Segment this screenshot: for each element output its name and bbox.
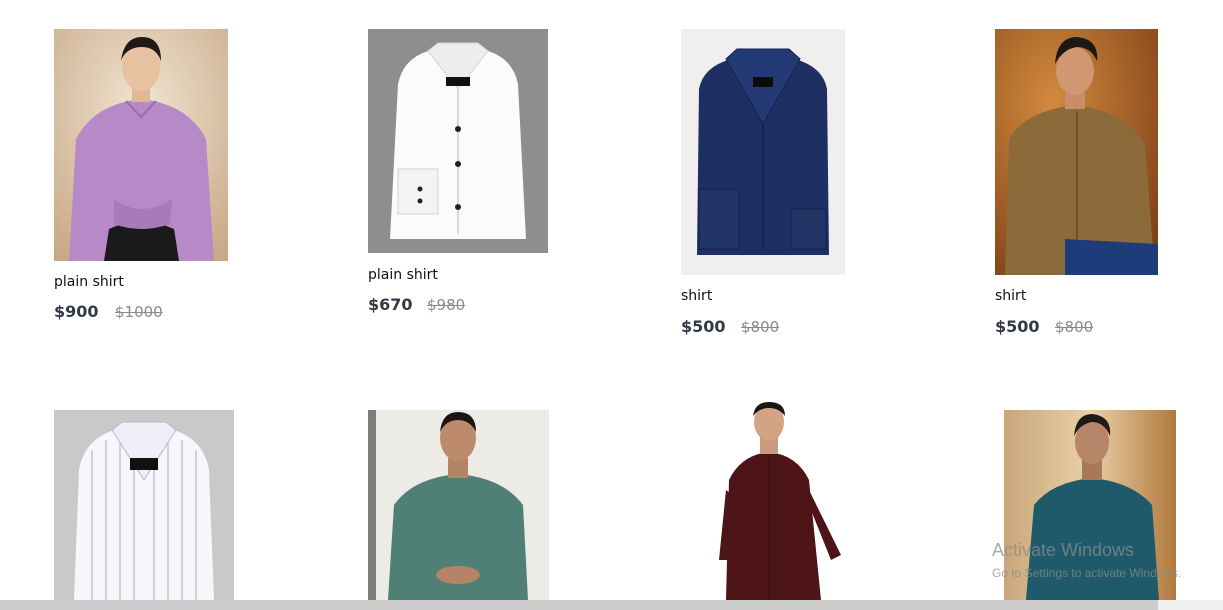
horizontal-scrollbar[interactable] [0,600,1158,610]
product-image-lilac-shirt[interactable] [54,29,228,261]
product-photo [368,410,549,600]
product-price: $900 [54,302,99,321]
product-photo [54,410,234,600]
product-image-khaki-shirt[interactable] [995,29,1158,275]
activate-windows-watermark: Activate Windows [992,540,1135,560]
product-name[interactable]: plain shirt [54,274,124,290]
product-old-price: $1000 [115,303,163,321]
product-image-navy-shirt[interactable] [681,29,845,275]
product-name[interactable]: plain shirt [368,267,438,283]
product-name[interactable]: shirt [995,288,1026,304]
product-photo [681,400,866,600]
product-photo [995,29,1158,275]
activate-windows-subtitle: Go to Settings to activate Windows. [992,566,1182,580]
product-old-price: $800 [741,318,780,336]
product-image-striped-shirt[interactable] [54,410,234,600]
product-image-maroon-shirt[interactable] [681,400,866,600]
product-price: $500 [995,317,1040,336]
product-name[interactable]: shirt [681,288,712,304]
product-photo [54,29,228,261]
product-price: $670 [368,295,413,314]
product-image-teal-shirt[interactable] [368,410,549,600]
product-image-white-shirt[interactable] [368,29,548,253]
scrollbar-track-end [1158,600,1223,610]
product-old-price: $800 [1055,318,1094,336]
product-photo [681,29,845,275]
product-photo [368,29,548,253]
product-price: $500 [681,317,726,336]
product-old-price: $980 [427,296,466,314]
